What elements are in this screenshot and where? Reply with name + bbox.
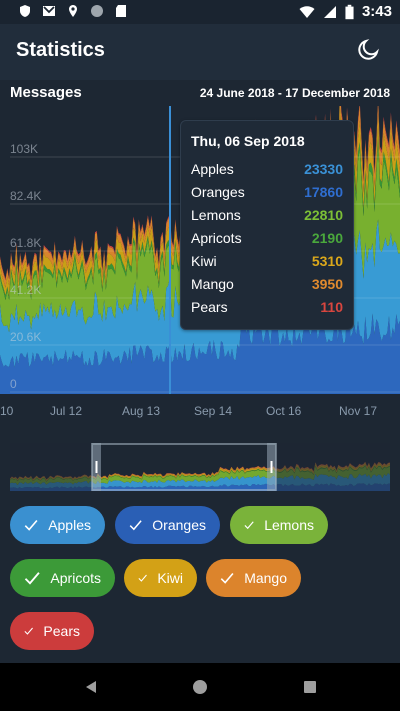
filter-chip-label: Mango bbox=[244, 570, 287, 586]
checkmark-icon bbox=[138, 574, 147, 582]
tooltip-row: Mango 3950 bbox=[191, 276, 343, 296]
page-title: Statistics bbox=[16, 39, 105, 61]
tooltip-series-value: 110 bbox=[320, 299, 343, 315]
filter-chip-apples[interactable]: Apples bbox=[10, 506, 105, 544]
date-range: 24 June 2018 - 17 December 2018 bbox=[199, 86, 390, 100]
filter-chip-label: Oranges bbox=[152, 517, 206, 533]
checkmark-icon bbox=[24, 572, 40, 585]
tooltip-series-name: Pears bbox=[191, 299, 228, 315]
clock: 3:43 bbox=[361, 3, 392, 20]
chart-tooltip: Thu, 06 Sep 2018 Apples 23330 Oranges 17860… bbox=[180, 120, 354, 330]
y-tick-label: 103K bbox=[10, 142, 38, 156]
y-tick-label: 41.2K bbox=[10, 283, 41, 297]
tooltip-row: Oranges 17860 bbox=[191, 184, 343, 204]
system-nav-bar bbox=[0, 663, 400, 711]
shield-icon bbox=[20, 5, 30, 17]
tooltip-series-value: 3950 bbox=[311, 276, 343, 292]
recent-apps-icon[interactable] bbox=[304, 681, 316, 693]
filter-chip-oranges[interactable]: Oranges bbox=[115, 506, 220, 544]
x-tick-label: 10 bbox=[0, 404, 14, 418]
tooltip-series-value: 2190 bbox=[311, 230, 343, 246]
filter-chip-label: Apples bbox=[48, 517, 91, 533]
battery-icon bbox=[345, 4, 354, 19]
handle-grip bbox=[95, 461, 98, 473]
x-tick-label: Oct 16 bbox=[266, 404, 302, 418]
checkmark-icon bbox=[220, 572, 234, 584]
tooltip-series-name: Kiwi bbox=[191, 253, 217, 269]
status-bar: 3:43 bbox=[0, 0, 400, 24]
y-tick-label: 20.6K bbox=[10, 330, 41, 344]
circle-icon bbox=[91, 5, 103, 17]
filter-chip-label: Lemons bbox=[264, 517, 314, 533]
y-tick-label: 61.8K bbox=[10, 236, 41, 250]
signal-icon bbox=[323, 5, 336, 18]
x-tick-label: Jul 12 bbox=[50, 404, 83, 418]
tooltip-series-name: Mango bbox=[191, 276, 234, 292]
checkmark-icon bbox=[129, 520, 142, 531]
tooltip-row: Apricots 2190 bbox=[191, 230, 343, 250]
checkmark-icon bbox=[24, 627, 33, 635]
tooltip-series-name: Lemons bbox=[191, 207, 241, 223]
location-icon bbox=[69, 5, 77, 17]
navigator-mask-right bbox=[276, 443, 390, 491]
handle-grip bbox=[270, 461, 273, 473]
x-tick-label: Aug 13 bbox=[122, 404, 161, 418]
filter-chip-pears[interactable]: Pears bbox=[10, 612, 94, 650]
y-tick-label: 0 bbox=[10, 377, 17, 391]
checkmark-icon bbox=[244, 521, 254, 530]
filter-chip-label: Kiwi bbox=[157, 570, 183, 586]
filter-chip-label: Pears bbox=[43, 623, 80, 639]
tooltip-row: Apples 23330 bbox=[191, 161, 343, 181]
x-tick-label: Nov 17 bbox=[339, 404, 378, 418]
wifi-icon bbox=[299, 5, 315, 18]
home-icon[interactable] bbox=[193, 680, 207, 694]
tooltip-series-value: 17860 bbox=[304, 184, 343, 200]
filter-chip-apricots[interactable]: Apricots bbox=[10, 559, 115, 597]
chart-title: Messages bbox=[10, 84, 82, 101]
tooltip-row: Pears 110 bbox=[191, 299, 343, 319]
night-mode-icon[interactable] bbox=[356, 38, 380, 62]
filter-chip-mango[interactable]: Mango bbox=[206, 559, 301, 597]
navigator-chart[interactable] bbox=[10, 443, 390, 491]
tooltip-date: Thu, 06 Sep 2018 bbox=[191, 133, 305, 149]
y-tick-label: 82.4K bbox=[10, 189, 41, 203]
checkmark-icon bbox=[24, 519, 38, 531]
back-icon[interactable] bbox=[84, 680, 98, 694]
navigator-mask-left bbox=[10, 443, 92, 491]
range-navigator[interactable] bbox=[10, 443, 390, 491]
gmail-icon bbox=[43, 6, 55, 16]
filter-chip-lemons[interactable]: Lemons bbox=[230, 506, 328, 544]
tooltip-row: Lemons 22810 bbox=[191, 207, 343, 227]
app-bar: Statistics bbox=[0, 24, 400, 80]
x-axis-labels: 10 Jul 12 Aug 13 Sep 14 Oct 16 Nov 17 bbox=[0, 404, 400, 422]
x-tick-label: Sep 14 bbox=[194, 404, 233, 418]
tooltip-series-value: 23330 bbox=[304, 161, 343, 177]
filter-chip-kiwi[interactable]: Kiwi bbox=[124, 559, 197, 597]
filter-chip-label: Apricots bbox=[50, 570, 101, 586]
tooltip-series-value: 5310 bbox=[311, 253, 343, 269]
sd-card-icon bbox=[116, 5, 126, 17]
tooltip-series-name: Apricots bbox=[191, 230, 242, 246]
tooltip-series-name: Apples bbox=[191, 161, 234, 177]
tooltip-series-name: Oranges bbox=[191, 184, 245, 200]
tooltip-series-value: 22810 bbox=[304, 207, 343, 223]
tooltip-row: Kiwi 5310 bbox=[191, 253, 343, 273]
